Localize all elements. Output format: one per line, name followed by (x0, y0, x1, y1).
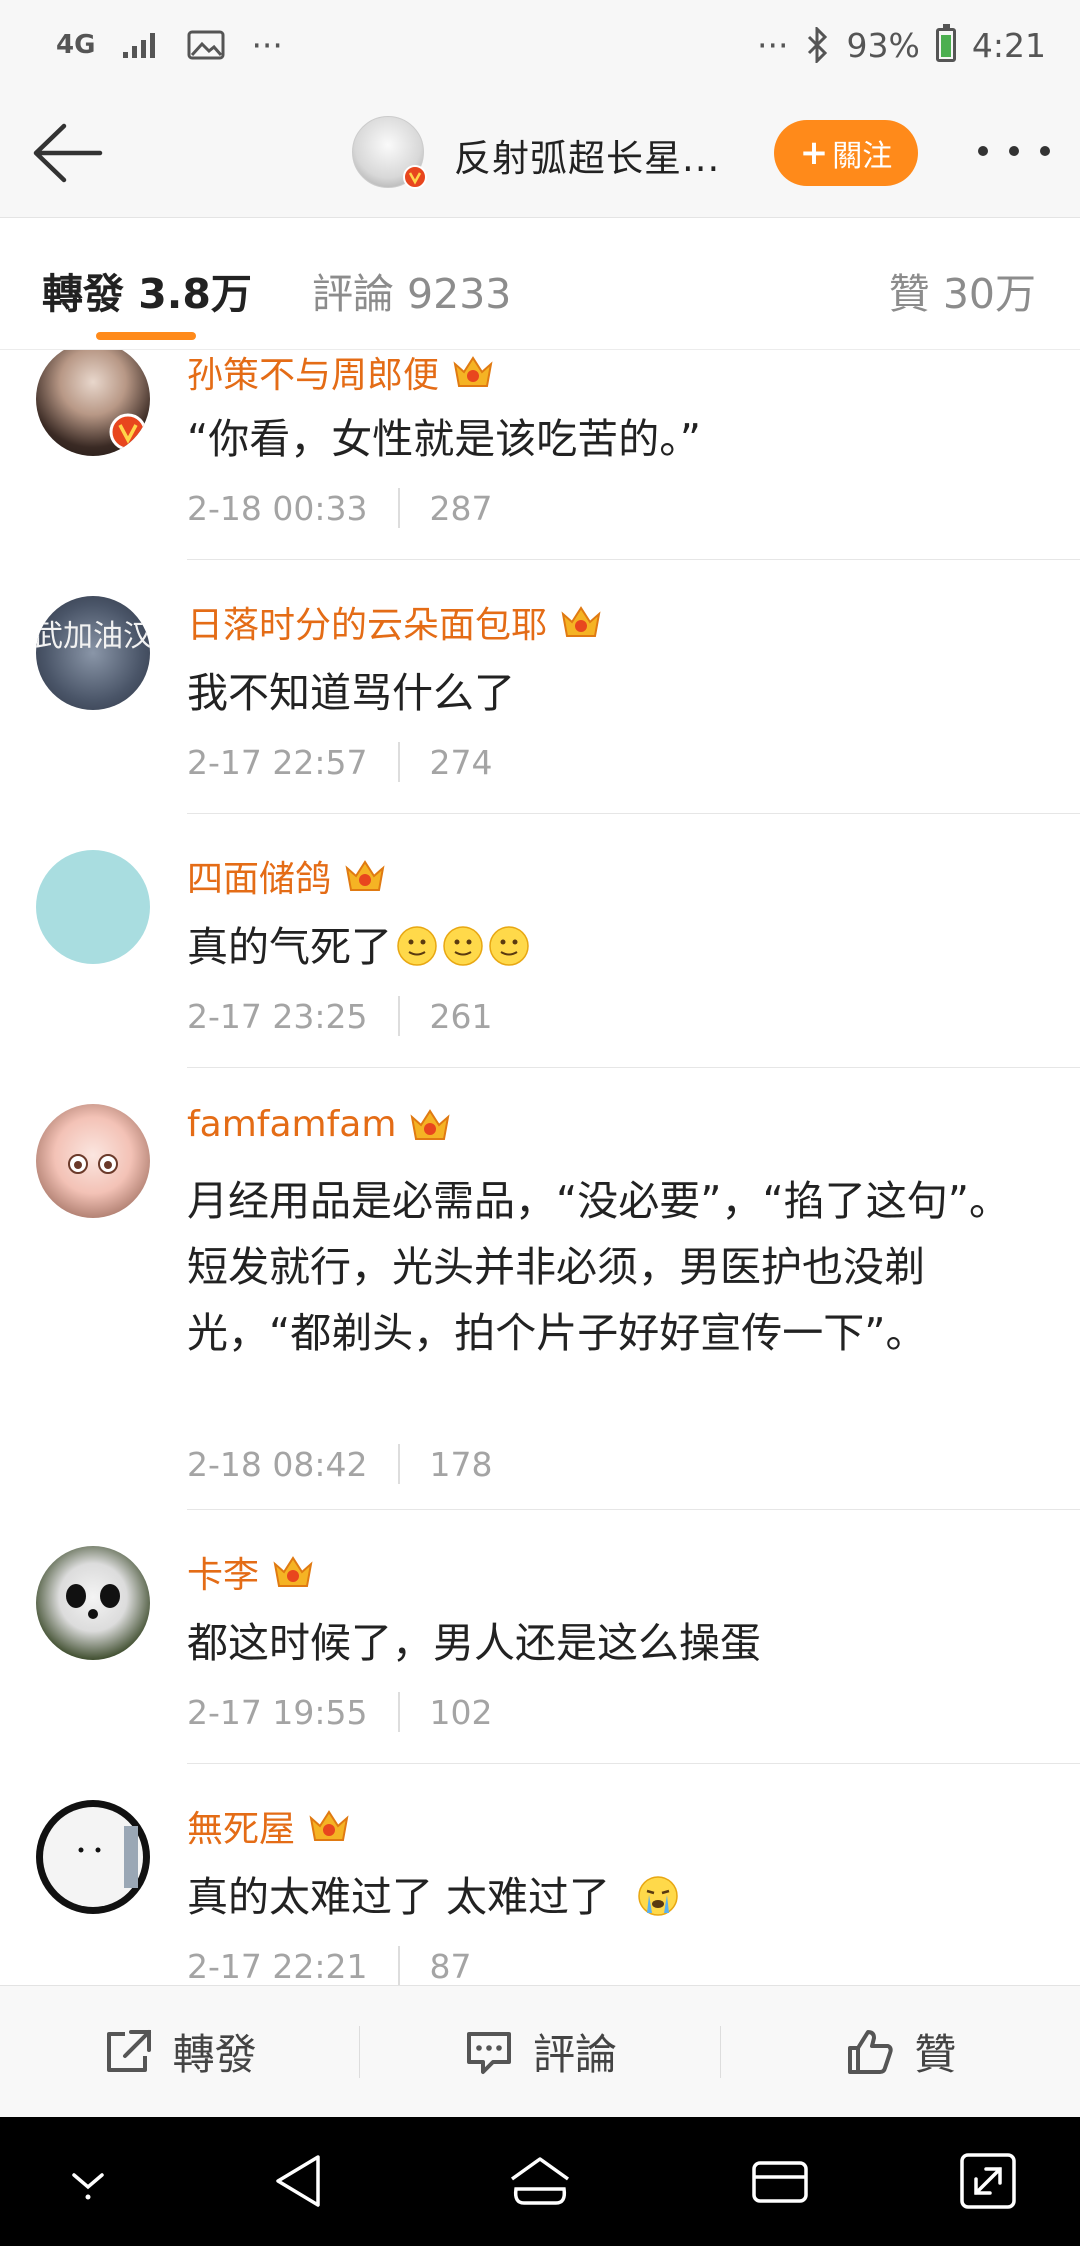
divider (187, 559, 1080, 560)
comment-button[interactable]: 評論 (360, 1986, 719, 2117)
tab-like[interactable]: 贊 30万 (889, 260, 1036, 320)
bluetooth-icon (807, 27, 827, 63)
more-icon[interactable] (978, 136, 1050, 166)
verified-badge-icon (403, 165, 427, 189)
nav-recents-icon[interactable] (748, 2149, 812, 2213)
signal-icon (123, 33, 156, 58)
nav-home-icon[interactable] (508, 2149, 572, 2213)
clock: 4:21 (971, 25, 1046, 65)
blogger-name[interactable]: 反射弧超长星... (454, 128, 720, 182)
comment-feed[interactable]: 孙策不与周郎便 “你看，女性就是该吃苦的。” 2-18 00:33 287 武加… (0, 350, 1080, 1985)
avatar-art (68, 1154, 118, 1174)
comment-meta: 2-17 23:25 261 (187, 996, 493, 1036)
comment-time: 2-17 22:57 (187, 742, 368, 782)
tab-bar: 轉發 3.8万 評論 9233 贊 30万 (0, 218, 1080, 350)
crown-icon (345, 860, 385, 891)
divider (187, 1509, 1080, 1510)
svg-text:武加油汉: 武加油汉 (36, 619, 150, 654)
follow-button[interactable]: + 關注 (774, 120, 918, 186)
divider (187, 813, 1080, 814)
status-bar: 4G ··· ··· 93% 4:21 (0, 0, 1080, 90)
crown-icon (273, 1556, 313, 1587)
comment-time: 2-17 19:55 (187, 1692, 368, 1732)
crying-emoji-icon (638, 1876, 678, 1916)
bottom-action-bar: 轉發 評論 贊 (0, 1985, 1080, 2117)
crown-icon (453, 356, 493, 387)
avatar-art: 武加油汉 (36, 619, 150, 654)
comment-username[interactable]: famfamfam (187, 1104, 452, 1145)
status-dots: ··· (251, 25, 283, 65)
comment-meta: 2-17 22:21 87 (187, 1946, 472, 1985)
slight-smile-emoji-icon (489, 926, 529, 966)
gallery-icon (187, 30, 225, 60)
comment-text: 月经用品是必需品，“没必要”，“掐了这句”。短发就行，光头并非必须，男医护也没剃… (187, 1177, 1010, 1357)
crown-icon (410, 1108, 450, 1140)
avatar-art (43, 1807, 143, 1907)
comment-username[interactable]: 四面储鸽 (187, 850, 387, 902)
comment-like-count[interactable]: 287 (430, 489, 493, 528)
comment-meta: 2-18 08:42 178 (187, 1444, 493, 1484)
slight-smile-emoji-icon (443, 926, 483, 966)
comment-username[interactable]: 無死屋 (187, 1800, 351, 1852)
repost-label: 轉發 (172, 2030, 257, 2079)
comment-like-count[interactable]: 102 (430, 1693, 493, 1732)
avatar[interactable] (36, 850, 150, 964)
status-more-dots: ··· (757, 25, 789, 65)
system-nav-bar (0, 2117, 1080, 2246)
tab-repost[interactable]: 轉發 3.8万 (42, 260, 252, 320)
avatar[interactable] (36, 1546, 150, 1660)
crown-icon (309, 1810, 349, 1841)
comment-time: 2-18 00:33 (187, 488, 368, 528)
nav-expand-icon[interactable] (956, 2149, 1020, 2213)
comment-like-count[interactable]: 87 (430, 1947, 472, 1986)
like-button[interactable]: 贊 (721, 1986, 1080, 2117)
comment-text: 真的气死了 (187, 914, 1047, 980)
avatar[interactable] (36, 1104, 150, 1218)
battery-percent: 93% (846, 25, 920, 65)
comment-time: 2-17 22:21 (187, 1946, 368, 1986)
avatar[interactable] (36, 350, 150, 456)
like-label: 贊 (914, 2030, 957, 2079)
comment-label: 評論 (532, 2030, 617, 2079)
share-icon (106, 2029, 151, 2072)
nav-back-icon[interactable] (268, 2149, 332, 2213)
thumb-up-icon (848, 2029, 893, 2074)
divider (187, 1067, 1080, 1068)
avatar[interactable]: 武加油汉 (36, 596, 150, 710)
comment-username[interactable]: 孙策不与周郎便 (187, 350, 495, 398)
divider (187, 1763, 1080, 1764)
comment-meta: 2-17 22:57 274 (187, 742, 493, 782)
avatar-art (66, 1584, 120, 1619)
comment-meta: 2-17 19:55 102 (187, 1692, 493, 1732)
battery-icon (935, 24, 956, 62)
comment-text: 我不知道骂什么了 (187, 669, 515, 717)
tab-comment[interactable]: 評論 9233 (312, 260, 511, 320)
verified-badge-icon (109, 413, 147, 451)
plus-icon: + (799, 133, 829, 173)
comment-like-count[interactable]: 178 (430, 1445, 493, 1484)
comment-meta: 2-18 00:33 287 (187, 488, 493, 528)
comment-text: 都这时候了，男人还是这么操蛋 (187, 1619, 761, 1667)
comment-time: 2-17 23:25 (187, 996, 368, 1036)
comment-text: “你看，女性就是该吃苦的。” (187, 415, 701, 463)
blogger-avatar[interactable] (352, 116, 427, 189)
comment-icon (466, 2031, 511, 2074)
back-arrow-icon[interactable] (28, 120, 104, 186)
slight-smile-emoji-icon (397, 926, 437, 966)
comment-like-count[interactable]: 261 (430, 997, 493, 1036)
network-label: 4G (56, 30, 96, 60)
top-header: 反射弧超长星... + 關注 (0, 90, 1080, 218)
avatar[interactable] (36, 1800, 150, 1914)
follow-label: 關注 (832, 139, 893, 174)
comment-like-count[interactable]: 274 (430, 743, 493, 782)
active-tab-indicator (96, 332, 196, 340)
comment-username[interactable]: 卡李 (187, 1546, 315, 1598)
comment-time: 2-18 08:42 (187, 1444, 368, 1484)
nav-down-icon[interactable] (56, 2149, 120, 2213)
repost-button[interactable]: 轉發 (0, 1986, 359, 2117)
crown-icon (561, 606, 601, 637)
comment-text: 真的太难过了 太难过了 (187, 1864, 1047, 1930)
comment-username[interactable]: 日落时分的云朵面包耶 (187, 596, 603, 648)
